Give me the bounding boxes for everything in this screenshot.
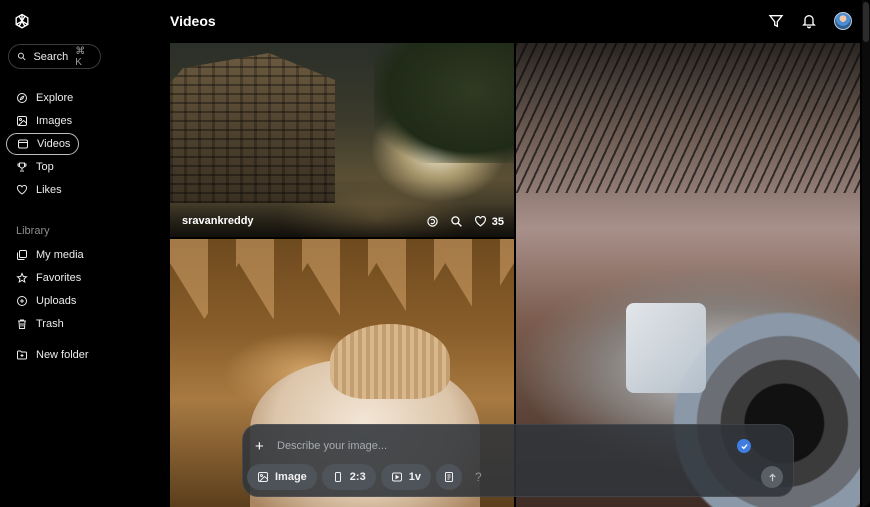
library-nav: My media Favorites Uploads Trash	[6, 244, 156, 336]
aspect-ratio-icon	[334, 472, 341, 482]
heart-icon	[16, 185, 28, 195]
header-actions	[768, 12, 852, 30]
video-count-button[interactable]: 1v	[380, 464, 431, 490]
heart-icon	[474, 216, 486, 227]
compass-icon	[17, 93, 27, 103]
composer-options: Image 2:3 1v ?	[247, 464, 490, 490]
tile-image-eyelashes	[516, 43, 860, 193]
mode-image-button[interactable]: Image	[247, 464, 317, 490]
bell-icon[interactable]	[801, 13, 817, 29]
search-label: Search	[33, 50, 69, 63]
main-nav: Explore Images Videos Top Likes	[6, 87, 156, 202]
sidebar-item-videos[interactable]: Videos	[6, 133, 79, 155]
tile-image-trees	[374, 43, 514, 163]
add-attachment-button[interactable]: +	[255, 438, 264, 455]
sidebar-item-label: Videos	[37, 138, 71, 150]
prompt-guide-icon	[444, 472, 453, 482]
logo-icon[interactable]	[12, 12, 32, 32]
confirm-toggle[interactable]	[737, 439, 751, 453]
submit-button[interactable]	[761, 466, 783, 488]
sidebar-item-likes[interactable]: Likes	[6, 179, 156, 201]
prompt-input[interactable]	[277, 437, 717, 455]
avatar[interactable]	[834, 12, 852, 30]
video-icon	[18, 139, 28, 149]
image-icon	[258, 472, 268, 482]
chip-label: Image	[275, 471, 307, 483]
aspect-ratio-button[interactable]: 2:3	[321, 464, 376, 490]
sidebar-item-uploads[interactable]: Uploads	[6, 290, 156, 312]
prompt-guide-button[interactable]	[435, 464, 462, 490]
sidebar-item-label: Explore	[36, 92, 74, 104]
trash-icon	[18, 319, 26, 329]
folder-section: New folder	[6, 344, 156, 367]
sidebar-item-label: Uploads	[36, 295, 77, 307]
sidebar-item-trash[interactable]: Trash	[6, 313, 156, 335]
sidebar-item-favorites[interactable]: Favorites	[6, 267, 156, 289]
filter-icon[interactable]	[768, 13, 784, 29]
star-icon	[16, 272, 28, 284]
help-button[interactable]: ?	[467, 470, 490, 484]
tile-image-knit-hat	[330, 324, 450, 399]
prompt-composer: + Image 2:3 1v ?	[242, 424, 794, 497]
library-heading: Library	[16, 225, 50, 237]
scroll-thumb[interactable]	[863, 2, 869, 42]
sidebar-item-label: Images	[36, 115, 73, 127]
tile-actions: 35	[426, 215, 504, 228]
gallery-tile[interactable]: sravankreddy 35	[170, 43, 514, 237]
folder-plus-icon	[17, 350, 27, 360]
tile-image-bunting	[170, 239, 514, 319]
like-button[interactable]: 35	[474, 215, 504, 228]
sidebar-item-label: My media	[36, 249, 84, 261]
like-count: 35	[491, 215, 504, 228]
chip-label: 2:3	[349, 471, 366, 483]
sidebar-item-images[interactable]: Images	[6, 110, 156, 132]
new-folder-label: New folder	[36, 349, 89, 361]
image-icon	[17, 116, 27, 126]
search-shortcut: ⌘ K	[75, 45, 86, 68]
tile-image-eye-reflection	[626, 303, 706, 393]
sidebar-item-explore[interactable]: Explore	[6, 87, 156, 109]
new-folder-button[interactable]: New folder	[6, 344, 156, 366]
sidebar-item-label: Likes	[36, 184, 62, 196]
video-icon	[391, 472, 402, 482]
sidebar-item-my-media[interactable]: My media	[6, 244, 156, 266]
page-title: Videos	[170, 13, 216, 29]
check-icon	[740, 443, 748, 449]
sidebar: Search ⌘ K Explore Images Videos Top Lik…	[0, 0, 168, 507]
search-button[interactable]: Search ⌘ K	[8, 44, 101, 69]
search-icon[interactable]	[450, 215, 463, 228]
sidebar-item-top[interactable]: Top	[6, 156, 156, 178]
upload-icon	[17, 296, 27, 306]
tile-author[interactable]: sravankreddy	[182, 215, 254, 227]
sidebar-item-label: Top	[36, 161, 54, 173]
remix-icon[interactable]	[426, 215, 439, 228]
tile-image-temple	[170, 53, 335, 203]
sidebar-item-label: Trash	[36, 318, 64, 330]
scrollbar[interactable]	[862, 0, 870, 507]
arrow-up-icon	[768, 472, 776, 481]
app-window: Search ⌘ K Explore Images Videos Top Lik…	[0, 0, 870, 507]
sidebar-item-label: Favorites	[36, 272, 82, 284]
trophy-icon	[17, 162, 27, 172]
media-icon	[17, 250, 27, 260]
chip-label: 1v	[408, 471, 421, 483]
search-icon	[17, 52, 26, 61]
